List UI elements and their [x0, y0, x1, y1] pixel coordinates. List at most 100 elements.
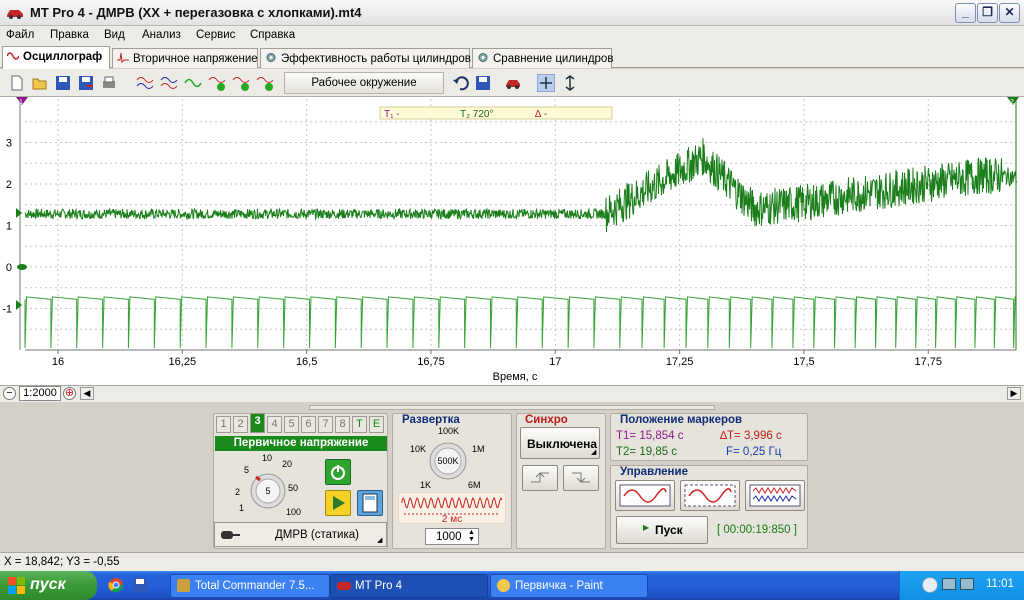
- sensor-selector[interactable]: ДМРВ (статика) ◢: [214, 522, 387, 547]
- tab-oscilloscope[interactable]: Осциллограф: [2, 46, 110, 69]
- x-tick-label: 16,5: [296, 356, 317, 368]
- sweep-value-stepper[interactable]: 1000 ▲ ▼: [425, 528, 479, 545]
- save-disk-icon[interactable]: [132, 577, 148, 593]
- channel-5-button[interactable]: 5: [284, 416, 299, 433]
- mode-record-button[interactable]: [745, 480, 805, 511]
- task-paint[interactable]: Первичка - Paint: [490, 574, 648, 598]
- menu-file[interactable]: Файл: [6, 29, 34, 41]
- dial-label: 1K: [420, 480, 431, 490]
- scroll-left-button[interactable]: ◀: [80, 387, 94, 400]
- splitter-handle[interactable]: [309, 405, 715, 410]
- save-environment-icon[interactable]: [474, 74, 492, 92]
- menu-help[interactable]: Справка: [250, 29, 295, 41]
- channel-6-button[interactable]: 6: [301, 416, 316, 433]
- network-disconnected-icon[interactable]: [960, 578, 974, 590]
- channel-7-button[interactable]: 7: [318, 416, 333, 433]
- menu-service[interactable]: Сервис: [196, 29, 235, 41]
- channel-name: Первичное напряжение: [215, 436, 387, 451]
- waveform-a-icon[interactable]: [136, 74, 154, 92]
- car-icon[interactable]: [504, 74, 522, 92]
- paint-icon: [497, 579, 510, 592]
- sweep-title: Развертка: [402, 414, 460, 426]
- scroll-right-button[interactable]: ▶: [1007, 387, 1021, 400]
- channel-power-button[interactable]: [325, 459, 351, 485]
- sweep-value: 1000: [436, 531, 462, 543]
- task-total-commander[interactable]: Total Commander 7.5...: [170, 574, 330, 598]
- zoom-in-button[interactable]: ⊕: [63, 387, 76, 400]
- open-folder-icon[interactable]: [31, 74, 49, 92]
- control-title: Управление: [620, 466, 688, 478]
- sync-mode-button[interactable]: Выключена ◢: [520, 427, 600, 459]
- menu-edit[interactable]: Правка: [50, 29, 89, 41]
- dial-label: 50: [288, 483, 298, 493]
- menu-view[interactable]: Вид: [104, 29, 125, 41]
- amplitude-dial[interactable]: 5 5 10 20 50 100 2 1: [222, 453, 318, 523]
- tab-label: Сравнение цилиндров: [493, 53, 614, 65]
- tab-secondary-voltage[interactable]: Вторичное напряжение: [112, 48, 258, 68]
- environment-dropdown[interactable]: Рабочее окружение: [284, 72, 444, 94]
- rising-edge-icon: [531, 472, 549, 483]
- waveform-b-icon[interactable]: [160, 74, 178, 92]
- marker-2-label: 2: [1010, 99, 1014, 106]
- zoom-out-button[interactable]: −: [3, 387, 16, 400]
- channel-trigger-button[interactable]: [325, 490, 351, 516]
- dial-label: 2: [235, 487, 240, 497]
- print-icon[interactable]: [100, 74, 118, 92]
- time-scrollbar[interactable]: [0, 385, 1024, 402]
- mode-single-button[interactable]: [615, 480, 675, 511]
- start-label: пуск: [30, 576, 66, 593]
- save-as-icon[interactable]: [77, 74, 95, 92]
- dial-label: 1M: [472, 444, 485, 454]
- power-icon: [331, 465, 345, 480]
- x-tick-label: 17: [549, 356, 561, 368]
- marker-1-label: 1: [19, 99, 23, 106]
- play-icon: [333, 496, 345, 510]
- restore-button[interactable]: ❐: [977, 3, 998, 23]
- close-button[interactable]: ✕: [999, 3, 1020, 23]
- tray-expand-icon[interactable]: [922, 577, 938, 593]
- new-file-icon[interactable]: [8, 74, 26, 92]
- dropdown-arrow-icon: ◢: [377, 537, 383, 544]
- channel-4-button[interactable]: 4: [267, 416, 282, 433]
- waveform-c-icon[interactable]: [184, 74, 202, 92]
- start-menu-button[interactable]: пуск: [0, 571, 97, 600]
- waveform-chart[interactable]: 3210-11616,2516,516,751717,2517,517,7518…: [0, 97, 1024, 385]
- sweep-dial[interactable]: 500K 100K 10K 1M 1K 6M: [400, 426, 500, 492]
- channel-1-button[interactable]: 1: [216, 416, 231, 433]
- undo-icon[interactable]: [452, 74, 470, 92]
- task-label: MT Pro 4: [355, 580, 403, 592]
- minimize-button[interactable]: _: [955, 3, 976, 23]
- waveform-add-icon[interactable]: [232, 74, 250, 92]
- channel-T-button[interactable]: T: [352, 416, 367, 433]
- channel-E-button[interactable]: E: [369, 416, 384, 433]
- zoom-vertical-icon[interactable]: [561, 74, 579, 92]
- sync-rising-button[interactable]: [522, 465, 558, 491]
- start-button[interactable]: ▶ Пуск: [616, 516, 708, 544]
- tab-cylinder-efficiency[interactable]: Эффективность работы цилиндров: [260, 48, 471, 68]
- channel-2-button[interactable]: 2: [233, 416, 248, 433]
- zoom-fit-icon[interactable]: [537, 74, 555, 92]
- tab-label: Вторичное напряжение: [133, 53, 258, 65]
- save-icon[interactable]: [54, 74, 72, 92]
- channel-8-button[interactable]: 8: [335, 416, 350, 433]
- tab-label: Эффективность работы цилиндров: [281, 53, 471, 65]
- calculator-button[interactable]: [357, 490, 383, 516]
- oscilloscope-plot[interactable]: 3210-11616,2516,516,751717,2517,517,7518…: [0, 97, 1024, 385]
- waveform-check-icon[interactable]: [208, 74, 226, 92]
- y-tick-label: 1: [6, 221, 12, 233]
- sync-falling-button[interactable]: [563, 465, 599, 491]
- system-tray: 11:01: [899, 571, 1024, 600]
- channel-3-button[interactable]: 3: [250, 413, 265, 433]
- sweep-interval: 2 мс: [442, 514, 462, 524]
- task-mt-pro[interactable]: MT Pro 4: [330, 574, 488, 598]
- mode-continuous-button[interactable]: [680, 480, 740, 511]
- marker-angle-readout: T₂ 720°: [460, 109, 493, 120]
- dropdown-arrow-icon: ◢: [591, 449, 597, 456]
- chrome-icon[interactable]: [108, 577, 124, 593]
- waveform-settings-icon[interactable]: [256, 74, 274, 92]
- network-icon[interactable]: [942, 578, 956, 590]
- menu-analysis[interactable]: Анализ: [142, 29, 181, 41]
- dial-label: 10: [262, 453, 272, 463]
- tab-cylinder-compare[interactable]: Сравнение цилиндров: [472, 48, 614, 68]
- dial-label: 100K: [438, 426, 459, 436]
